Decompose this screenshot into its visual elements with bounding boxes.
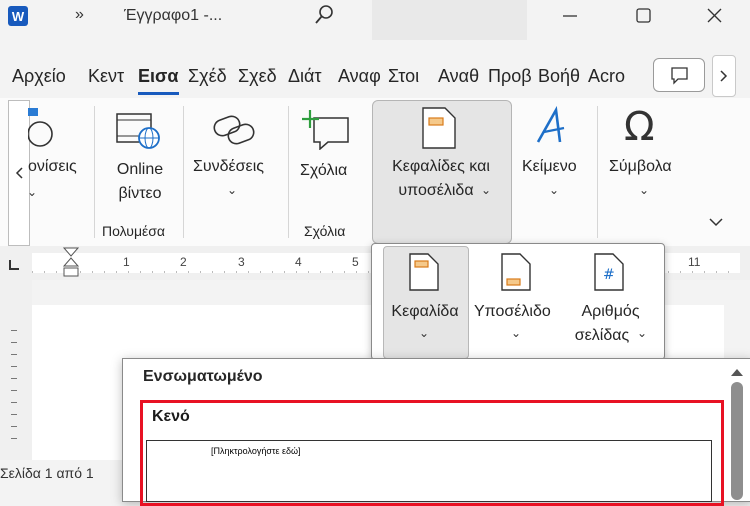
chevron-down-icon: ⌄ <box>481 183 492 197</box>
group-comments-label: Σχόλια <box>304 223 346 239</box>
svg-text:#: # <box>603 267 615 283</box>
text-icon <box>534 105 574 151</box>
tab-insert[interactable]: Εισα <box>138 66 180 87</box>
chevron-down-icon: ⌄ <box>549 183 560 197</box>
chevron-down-icon: ⌄ <box>227 183 238 197</box>
online-video-label-2[interactable]: βίντεο <box>100 185 180 203</box>
ruler-number: 2 <box>180 255 187 269</box>
shapes-icon <box>27 108 58 153</box>
header-label: Κεφαλίδα <box>391 303 459 320</box>
header-footer-icon <box>421 106 457 155</box>
chevron-left-icon <box>15 167 23 179</box>
online-video-icon <box>115 112 161 157</box>
chevron-down-icon: ⌄ <box>639 183 650 197</box>
page-number-icon: # <box>593 252 625 297</box>
new-comment-icon <box>302 108 352 155</box>
tab-references[interactable]: Αναφ <box>338 66 380 87</box>
close-icon[interactable] <box>706 4 724 31</box>
ruler-number: 11 <box>688 255 701 269</box>
footer-icon <box>500 252 532 297</box>
gallery-item-title: Κενό <box>152 408 190 425</box>
ruler-number: 4 <box>295 255 302 269</box>
scroll-up-icon[interactable] <box>729 365 745 383</box>
tab-mailings[interactable]: Στοι <box>388 66 432 87</box>
tab-draw[interactable]: Σχέδ <box>188 66 230 87</box>
preview-placeholder-text: [Πληκτρολογήστε εδώ] <box>211 446 301 456</box>
link-icon <box>212 112 258 153</box>
title-blank-area <box>372 0 527 40</box>
word-icon: W <box>8 6 28 26</box>
minimize-icon[interactable] <box>562 4 578 29</box>
online-video-label-1[interactable]: Online <box>100 161 180 179</box>
header-footer-label-1: Κεφαλίδες και <box>392 158 490 175</box>
more-commands-icon[interactable]: » <box>75 6 84 24</box>
search-icon[interactable] <box>312 3 336 32</box>
indent-marker-icon[interactable] <box>62 246 80 287</box>
header-footer-label-2: υποσέλιδα <box>398 182 474 199</box>
symbols-button-label[interactable]: Σύμβολα <box>609 158 672 176</box>
ribbon-separator <box>288 106 289 238</box>
comment-button-label[interactable]: Σχόλια <box>300 162 347 180</box>
chevron-right-icon <box>720 70 728 82</box>
omega-symbol-icon: Ω <box>624 104 655 150</box>
gallery-section-title: Ενσωματωμένο <box>143 368 263 385</box>
ribbon-separator <box>597 106 598 238</box>
tab-review[interactable]: Αναθ <box>438 66 482 87</box>
ribbon-more-button[interactable] <box>712 55 736 97</box>
ruler-number: 5 <box>352 255 359 269</box>
comments-button[interactable] <box>653 58 705 92</box>
tab-help[interactable]: Βοήθ <box>538 66 582 87</box>
tab-view[interactable]: Προβ <box>488 66 532 87</box>
active-tab-indicator <box>138 92 179 95</box>
tab-selector-icon[interactable] <box>9 258 21 276</box>
chevron-down-icon: ⌄ <box>27 185 38 199</box>
status-page-text: Σελίδα 1 από 1 <box>0 465 94 481</box>
tab-layout[interactable]: Διάτ <box>288 66 330 87</box>
ruler-number: 1 <box>123 255 130 269</box>
page-number-label-2[interactable]: σελίδας <box>570 327 634 345</box>
text-button-label[interactable]: Κείμενο <box>522 158 577 176</box>
ribbon-expand-icon[interactable] <box>707 215 725 234</box>
ribbon-scroll-left-button[interactable] <box>8 100 30 246</box>
ribbon-separator <box>94 106 95 238</box>
chevron-down-icon: ⌄ <box>419 326 430 340</box>
comment-icon <box>671 67 688 85</box>
group-media-label: Πολυμέσα <box>102 223 165 239</box>
status-page-count: Σελίδα 1 από 1 <box>0 460 125 505</box>
footer-button-label[interactable]: Υποσέλιδο <box>474 303 551 321</box>
chevron-down-icon: ⌄ <box>637 326 648 340</box>
links-button-label[interactable]: Συνδέσεις <box>193 158 264 176</box>
ribbon-separator <box>183 106 184 238</box>
maximize-icon[interactable] <box>635 4 653 31</box>
icons-button-label[interactable]: ονίσεις <box>28 158 77 176</box>
tab-design[interactable]: Σχεδ <box>238 66 280 87</box>
page-number-label-1[interactable]: Αριθμός <box>568 303 653 321</box>
tab-acrobat[interactable]: Acro <box>588 66 632 87</box>
vertical-ruler[interactable] <box>0 280 32 460</box>
chevron-down-icon: ⌄ <box>511 326 522 340</box>
document-title: Έγγραφο1 -... <box>124 7 223 24</box>
tab-home[interactable]: Κεντ <box>88 66 132 87</box>
gallery-scrollbar-thumb[interactable] <box>731 382 743 500</box>
tab-file[interactable]: Αρχείο <box>12 66 78 87</box>
header-icon <box>408 252 440 297</box>
ruler-number: 3 <box>238 255 245 269</box>
